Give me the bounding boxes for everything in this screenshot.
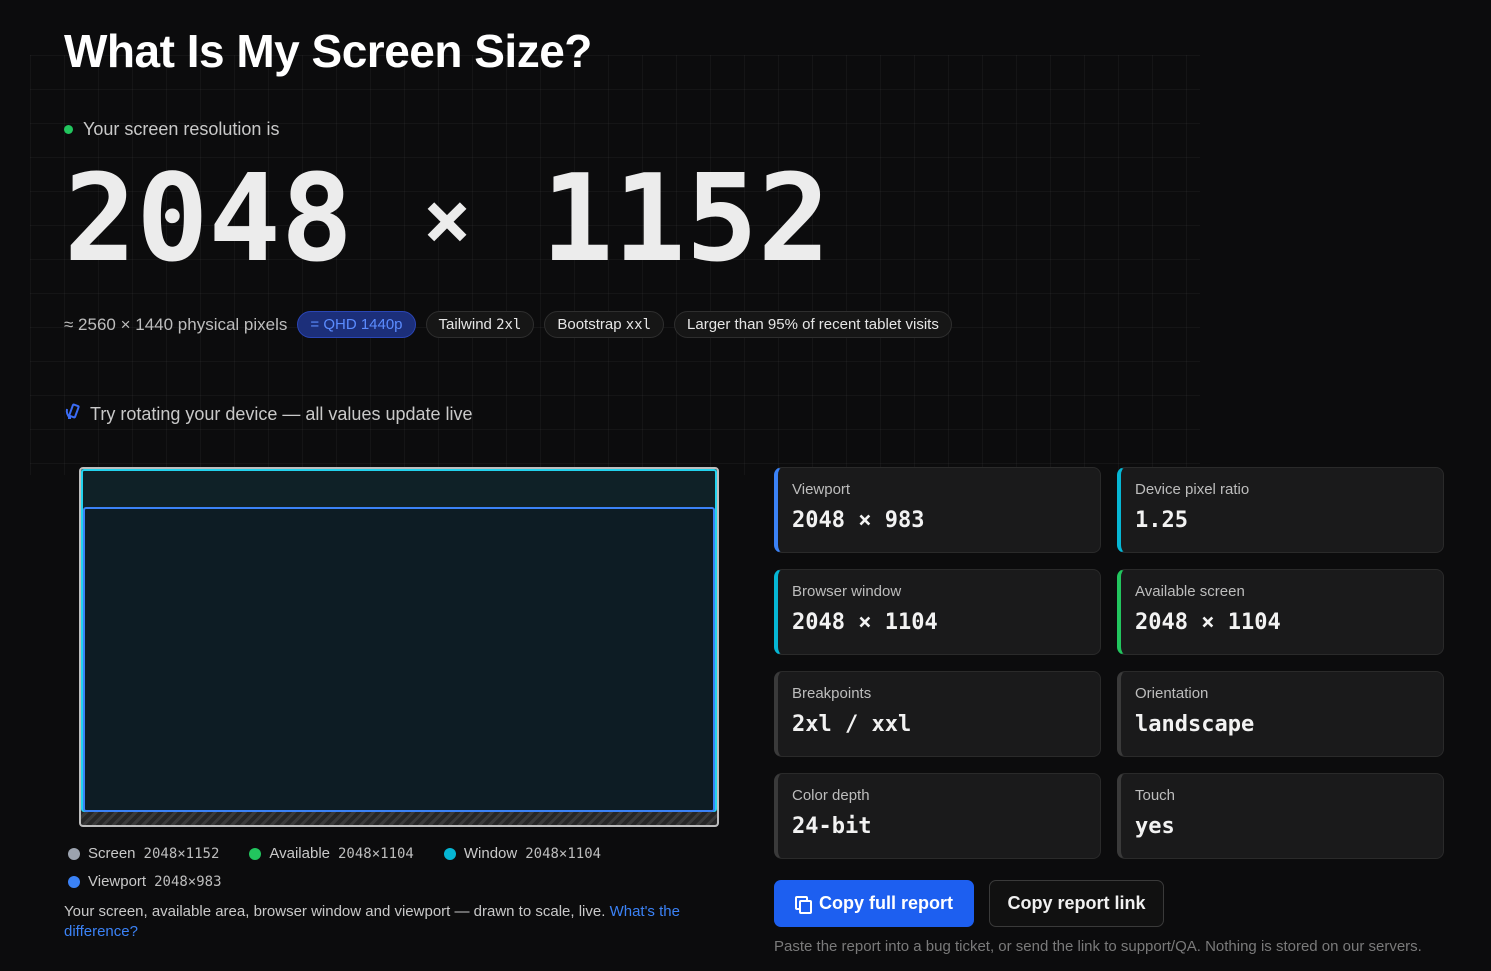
viewport-area <box>83 507 715 812</box>
legend-dot-viewport <box>68 875 80 888</box>
status-text: Your screen resolution is <box>83 119 280 139</box>
caption-text: Your screen, available area, browser win… <box>64 903 610 920</box>
copy-report-link-label: Copy report link <box>1007 893 1146 913</box>
card-label: Touch <box>1135 787 1176 804</box>
legend-label: Viewport <box>88 873 147 890</box>
copy-full-report-button[interactable]: Copy full report <box>774 880 974 927</box>
percentile-badge-label: Larger than 95% of recent tablet visits <box>687 316 939 333</box>
card-label: Browser window <box>792 583 902 600</box>
card-device-pixel-ratio: Device pixel ratio 1.25 <box>1117 467 1444 553</box>
copy-icon <box>795 896 812 914</box>
tailwind-badge-prefix: Tailwind <box>438 316 497 333</box>
resolution-width: 2048 <box>64 150 353 289</box>
rotate-hint: Try rotating your device — all values up… <box>64 403 473 426</box>
bootstrap-badge-prefix: Bootstrap <box>557 316 626 333</box>
resolution-status: Your screen resolution is <box>64 119 279 140</box>
card-label: Viewport <box>792 481 851 498</box>
card-viewport: Viewport 2048 × 983 <box>774 467 1101 553</box>
legend-label: Window <box>463 845 518 862</box>
legend-item-window: Window 2048×1104 <box>443 845 602 862</box>
card-available-screen: Available screen 2048 × 1104 <box>1117 569 1444 655</box>
card-value: 24-bit <box>792 814 872 839</box>
card-label: Available screen <box>1135 583 1245 600</box>
legend-item-screen: Screen 2048×1152 <box>68 845 219 862</box>
legend-item-viewport: Viewport 2048×983 <box>68 873 222 890</box>
metrics-grid: Viewport 2048 × 983 Device pixel ratio 1… <box>774 467 1444 859</box>
card-value: 1.25 <box>1135 508 1188 533</box>
card-label: Breakpoints <box>792 685 872 702</box>
physical-pixels: ≈ 2560 × 1440 physical pixels <box>64 314 288 334</box>
copy-full-report-label: Copy full report <box>819 893 953 913</box>
card-browser-window: Browser window 2048 × 1104 <box>774 569 1101 655</box>
copy-report-link-button[interactable]: Copy report link <box>989 880 1164 927</box>
diagram-caption: Your screen, available area, browser win… <box>64 902 734 942</box>
live-status-dot <box>64 125 73 134</box>
resolution-meta: ≈ 2560 × 1440 physical pixels = QHD 1440… <box>64 311 952 338</box>
legend-value: 2048×983 <box>154 873 222 890</box>
legend-label: Screen <box>88 845 136 862</box>
legend-label: Available <box>269 845 330 862</box>
legend-value: 2048×1104 <box>525 845 602 862</box>
legend-value: 2048×1152 <box>143 845 220 862</box>
legend-dot-screen <box>68 847 80 860</box>
qhd-badge-label: = QHD 1440p <box>310 316 403 333</box>
card-label: Color depth <box>792 787 870 804</box>
resolution-height: 1152 <box>541 150 831 289</box>
times-symbol: × <box>422 173 472 266</box>
rotate-device-icon <box>64 403 82 426</box>
card-label: Orientation <box>1135 685 1209 702</box>
tailwind-badge: Tailwind 2xl <box>425 311 535 338</box>
bootstrap-badge-value: xxl <box>625 317 652 333</box>
card-label: Device pixel ratio <box>1135 481 1250 498</box>
legend-item-available: Available 2048×1104 <box>249 845 414 862</box>
card-value: 2048 × 1104 <box>1135 610 1281 635</box>
card-value: 2048 × 983 <box>792 508 925 533</box>
card-value: 2048 × 1104 <box>792 610 938 635</box>
qhd-badge: = QHD 1440p <box>297 311 416 338</box>
legend-dot-available <box>249 847 262 860</box>
available-window-area <box>81 469 717 812</box>
legend-dot-window <box>443 847 456 860</box>
card-breakpoints: Breakpoints 2xl / xxl <box>774 671 1101 757</box>
card-value: 2xl / xxl <box>792 712 912 737</box>
card-value: landscape <box>1135 712 1255 737</box>
page-title: What Is My Screen Size? <box>64 25 592 77</box>
legend-value: 2048×1104 <box>338 845 414 862</box>
card-color-depth: Color depth 24-bit <box>774 773 1101 859</box>
card-touch: Touch yes <box>1117 773 1444 859</box>
diagram-legend: Screen 2048×1152 Available 2048×1104 Win… <box>68 845 728 890</box>
tailwind-badge-value: 2xl <box>496 317 522 333</box>
percentile-badge: Larger than 95% of recent tablet visits <box>674 311 952 338</box>
card-orientation: Orientation landscape <box>1117 671 1444 757</box>
bootstrap-badge: Bootstrap xxl <box>544 311 665 338</box>
report-footnote: Paste the report into a bug ticket, or s… <box>774 938 1422 955</box>
resolution-display: 2048 × 1152 <box>64 160 830 280</box>
card-value: yes <box>1135 814 1175 839</box>
rotate-hint-text: Try rotating your device — all values up… <box>90 404 473 424</box>
screen-diagram <box>79 467 719 827</box>
